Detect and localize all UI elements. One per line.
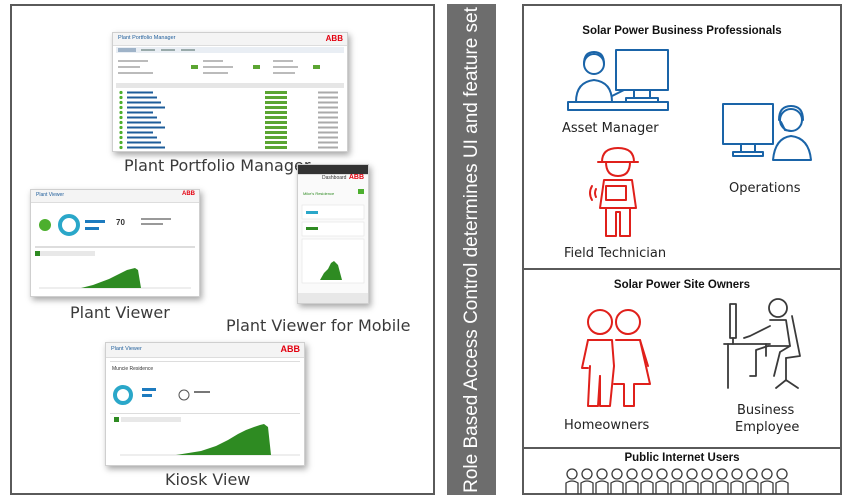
access-control-bar: Role Based Access Control determines UI … [447, 4, 496, 495]
caption-mobile-viewer: Plant Viewer for Mobile [226, 316, 411, 335]
role-business-employee-line1: Business [737, 403, 795, 418]
portfolio-manager-thumbnail: Plant Portfolio Manager ABB [112, 32, 348, 152]
section-divider [524, 447, 840, 449]
mobile-viewer-thumbnail: Dashboard ABB Mike's Residence [297, 164, 369, 304]
portfolio-table-graphic [116, 47, 344, 150]
role-asset-manager: Asset Manager [562, 121, 659, 136]
user-roles-panel: Solar Power Business Professionals Asset… [522, 4, 842, 495]
mobile-dashboard-graphic [298, 189, 368, 303]
crowd-icon [565, 468, 789, 494]
operations-icon [722, 103, 812, 161]
homeowners-icon [581, 309, 651, 407]
section-title-owners: Solar Power Site Owners [613, 279, 751, 291]
section-title-public: Public Internet Users [624, 452, 740, 464]
role-homeowners: Homeowners [564, 418, 650, 433]
caption-kiosk-view: Kiosk View [165, 470, 251, 489]
plant-viewer-graphic [35, 214, 195, 289]
caption-portfolio-manager: Plant Portfolio Manager [124, 156, 311, 175]
ui-examples-panel: Plant Portfolio Manager ABB Plant Portfo… [10, 4, 435, 495]
field-technician-icon [589, 147, 639, 237]
viewer-score-value: 70 [116, 218, 125, 227]
plant-viewer-thumbnail: Plant Viewer ABB 70 [30, 189, 200, 297]
business-employee-icon [723, 298, 801, 389]
role-operations: Operations [729, 181, 801, 196]
kiosk-view-thumbnail: Plant Viewer ABB Muncie Residence [105, 342, 305, 466]
role-field-technician: Field Technician [564, 246, 667, 261]
asset-manager-icon [567, 49, 669, 111]
caption-plant-viewer: Plant Viewer [70, 303, 170, 322]
section-title-professionals: Solar Power Business Professionals [582, 25, 782, 37]
kiosk-chart-graphic [110, 361, 300, 456]
role-business-employee-line2: Employee [735, 420, 800, 435]
section-divider [524, 268, 840, 270]
access-control-label: Role Based Access Control determines UI … [460, 6, 482, 493]
